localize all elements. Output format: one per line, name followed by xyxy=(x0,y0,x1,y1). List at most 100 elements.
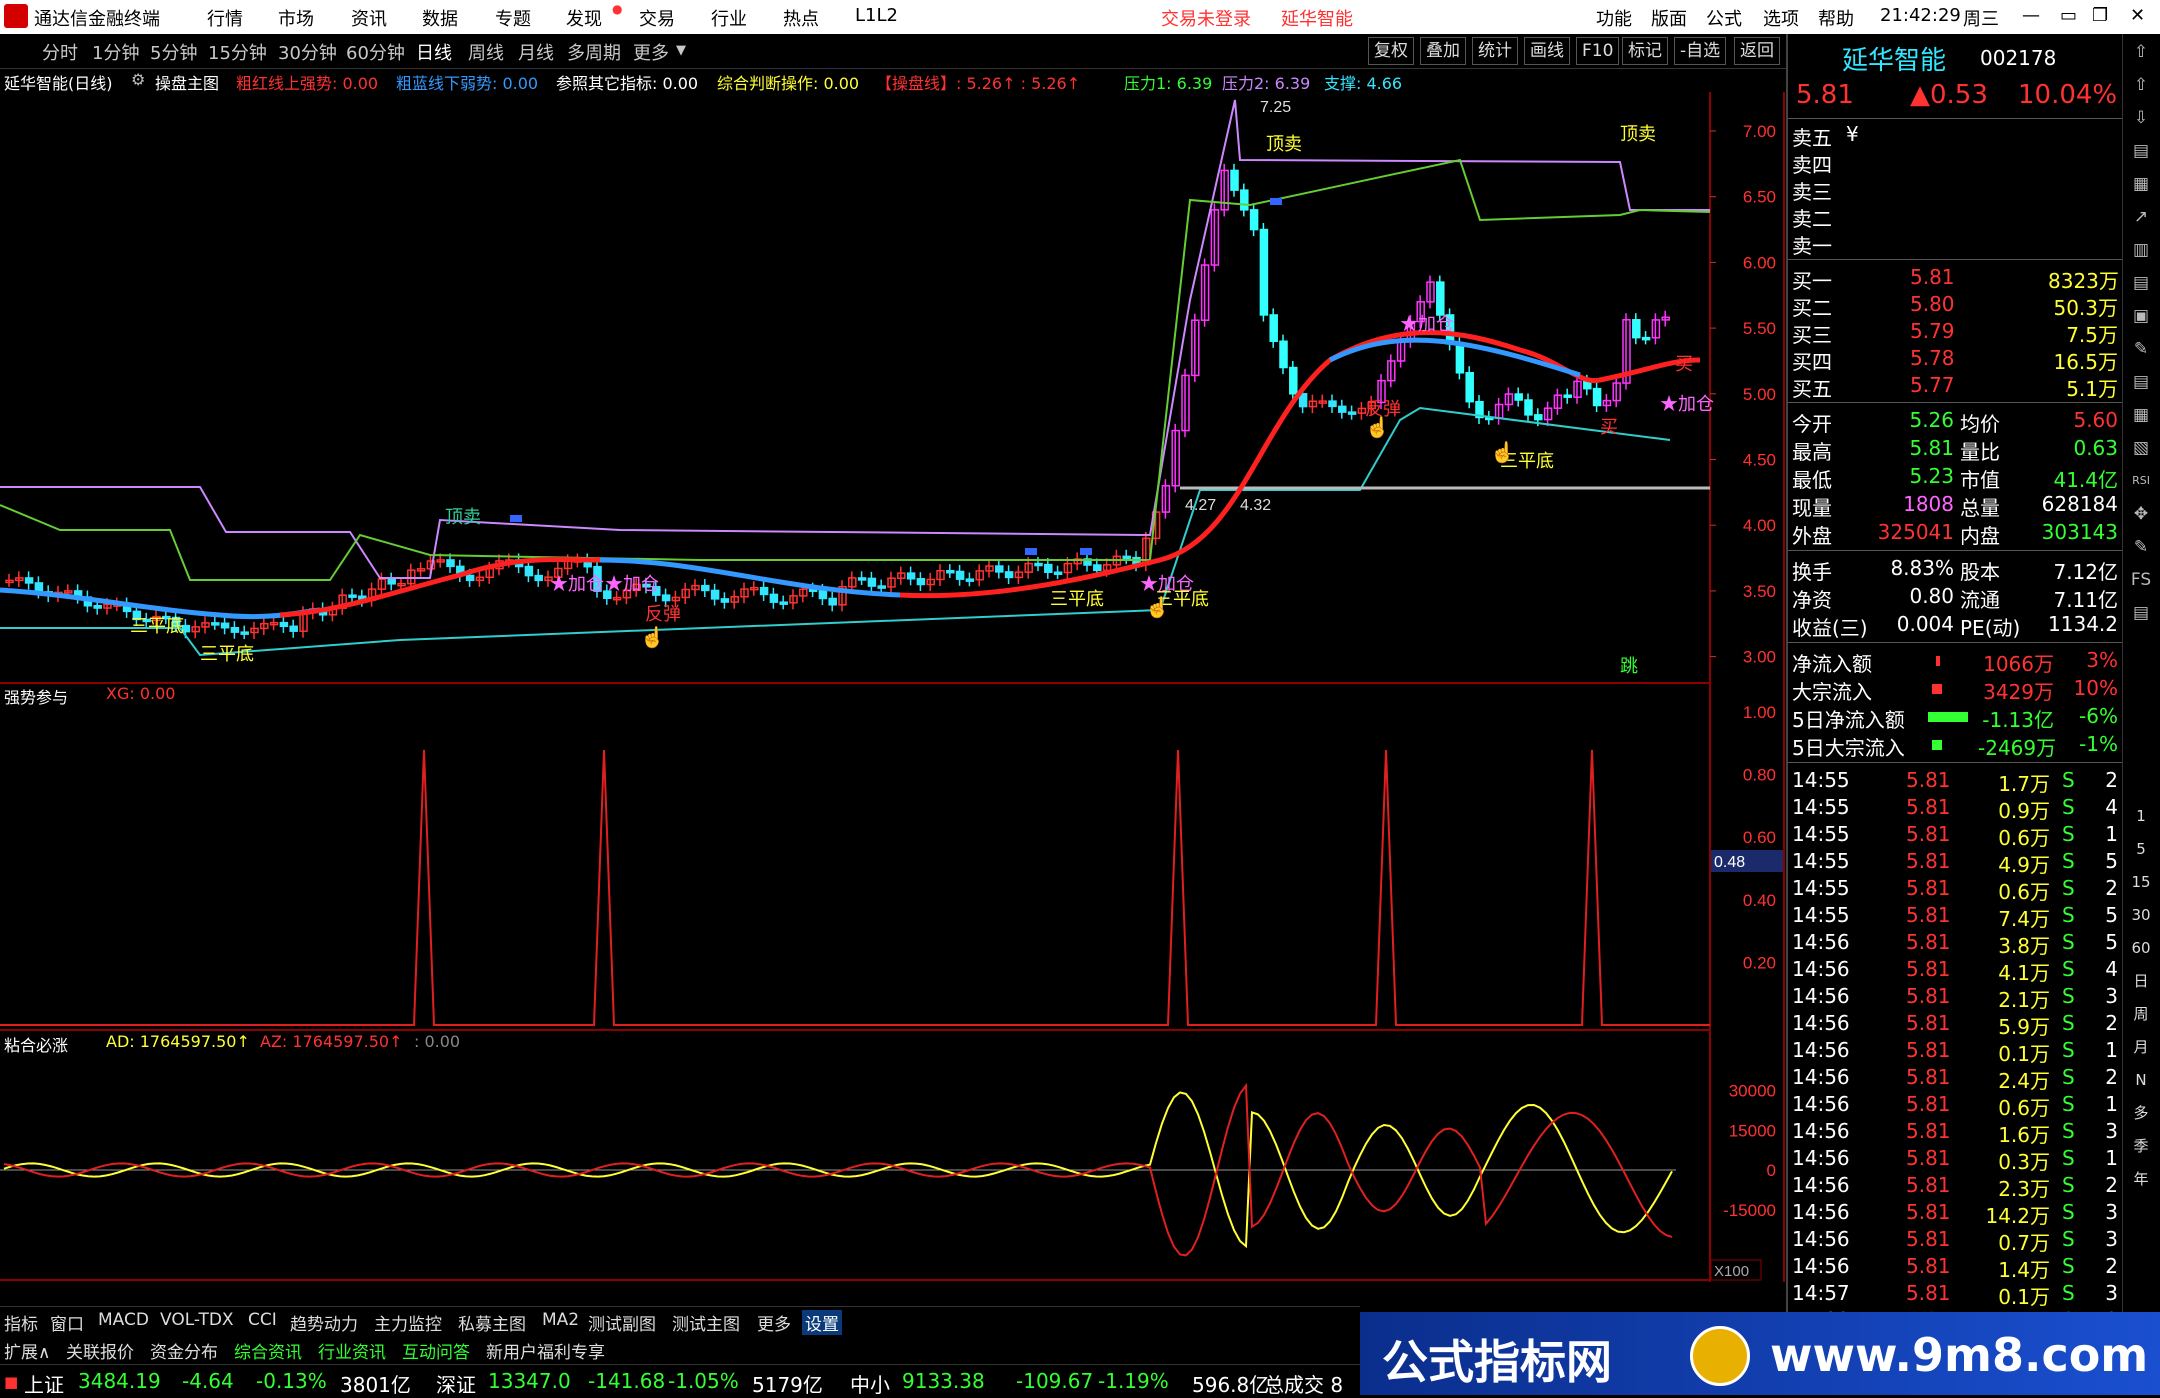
tab-extension[interactable]: 行业资讯 xyxy=(318,1338,386,1363)
menu-icon[interactable]: ▭ xyxy=(2060,5,2077,26)
menu-item[interactable]: 数据 xyxy=(422,5,458,31)
login-status[interactable]: 交易未登录 xyxy=(1161,5,1251,31)
menu-item[interactable]: 公式 xyxy=(1706,5,1742,31)
tab-extension[interactable]: 扩展∧ xyxy=(4,1338,50,1363)
tab-indicator[interactable]: 趋势动力 xyxy=(290,1310,358,1335)
menu-item[interactable]: 帮助 xyxy=(1818,5,1854,31)
tab-indicator[interactable]: 测试主图 xyxy=(672,1310,740,1335)
back-button[interactable]: 返回 xyxy=(1734,37,1780,65)
period-shortcut[interactable]: N xyxy=(2129,1068,2153,1092)
minimize-icon[interactable]: — xyxy=(2022,5,2040,26)
period-shortcut[interactable]: 年 xyxy=(2129,1167,2153,1191)
mark-button[interactable]: 标记 xyxy=(1622,37,1668,65)
tab-period[interactable]: 月线 xyxy=(518,39,554,65)
tool-icon[interactable]: ✥ xyxy=(2129,502,2153,526)
tool-icon[interactable]: ▤ xyxy=(2129,370,2153,394)
tool-icon[interactable]: ▦ xyxy=(2129,172,2153,196)
tab-settings[interactable]: 设置 xyxy=(802,1310,842,1335)
period-shortcut[interactable]: 30 xyxy=(2129,903,2153,927)
tab-period[interactable]: 多周期 xyxy=(567,39,621,65)
menu-item[interactable]: 行情 xyxy=(207,5,243,31)
tab-period-active[interactable]: 日线 xyxy=(416,39,452,65)
tool-icon[interactable]: RSI xyxy=(2129,469,2153,493)
sub2-title[interactable]: 粘合必涨 xyxy=(4,1032,68,1056)
tool-icon[interactable]: ⇧ xyxy=(2129,73,2153,97)
period-shortcut[interactable]: 周 xyxy=(2129,1002,2153,1026)
tab-period[interactable]: 分时 xyxy=(42,39,78,65)
tick-side: S xyxy=(2062,957,2075,981)
tab-period[interactable]: 更多 xyxy=(633,39,669,65)
tool-icon[interactable]: ▦ xyxy=(2129,403,2153,427)
menu-item[interactable]: 专题 xyxy=(495,5,531,31)
tool-icon[interactable]: ▥ xyxy=(2129,238,2153,262)
tab-extension[interactable]: 新用户福利专享 xyxy=(486,1338,605,1363)
tool-icon[interactable]: ⇧ xyxy=(2129,40,2153,64)
tab-period[interactable]: 5分钟 xyxy=(150,39,197,65)
tab-period[interactable]: 60分钟 xyxy=(346,39,405,65)
f10-button[interactable]: F10 xyxy=(1576,37,1620,65)
index-name[interactable]: 上证 xyxy=(24,1369,64,1398)
index-name[interactable]: 深证 xyxy=(436,1369,476,1398)
tool-icon[interactable]: ▣ xyxy=(2129,304,2153,328)
tool-icon[interactable]: ⇩ xyxy=(2129,106,2153,130)
tab-indicator[interactable]: VOL-TDX xyxy=(160,1310,234,1330)
tool-icon[interactable]: ✎ xyxy=(2129,535,2153,559)
period-shortcut[interactable]: 60 xyxy=(2129,936,2153,960)
period-shortcut[interactable]: 季 xyxy=(2129,1134,2153,1158)
tab-extension[interactable]: 关联报价 xyxy=(66,1338,134,1363)
period-shortcut[interactable]: 15 xyxy=(2129,870,2153,894)
tab-period[interactable]: 周线 xyxy=(468,39,504,65)
fuquan-button[interactable]: 复权 xyxy=(1368,37,1414,65)
tab-indicator[interactable]: MA2 xyxy=(542,1310,579,1330)
main-indicator-name[interactable]: 操盘主图 xyxy=(155,70,219,94)
tool-icon[interactable]: ↗ xyxy=(2129,205,2153,229)
tab-indicator[interactable]: 私募主图 xyxy=(458,1310,526,1335)
close-icon[interactable]: ✕ xyxy=(2130,5,2145,26)
tool-icon[interactable]: ▧ xyxy=(2129,436,2153,460)
sub1-title[interactable]: 强势参与 xyxy=(4,684,68,708)
tab-indicator[interactable]: 指标 xyxy=(4,1310,38,1335)
menu-item[interactable]: 市场 xyxy=(278,5,314,31)
tool-icon[interactable]: ✎ xyxy=(2129,337,2153,361)
index-name[interactable]: 中小 xyxy=(850,1369,890,1398)
tab-extension[interactable]: 综合资讯 xyxy=(234,1338,302,1363)
period-shortcut[interactable]: 1 xyxy=(2129,804,2153,828)
menu-item[interactable]: 热点 xyxy=(783,5,819,31)
chevron-down-icon[interactable]: ▼ xyxy=(676,43,686,58)
menu-item[interactable]: 选项 xyxy=(1763,5,1799,31)
menu-item[interactable]: 版面 xyxy=(1651,5,1687,31)
period-shortcut[interactable]: 多 xyxy=(2129,1101,2153,1125)
kline-chart[interactable]: 7.00 6.50 6.00 5.50 5.00 4.50 4.00 3.50 3.00 1.00… xyxy=(0,92,1786,1282)
tool-icon[interactable]: ▤ xyxy=(2129,601,2153,625)
menu-item[interactable]: L1L2 xyxy=(855,5,898,26)
period-shortcut[interactable]: 5 xyxy=(2129,837,2153,861)
stats-button[interactable]: 统计 xyxy=(1472,37,1518,65)
tab-indicator[interactable]: 更多 xyxy=(757,1310,791,1335)
menu-item[interactable]: 发现 xyxy=(566,5,602,31)
tab-period[interactable]: 30分钟 xyxy=(278,39,337,65)
remove-watchlist-button[interactable]: -自选 xyxy=(1674,37,1727,65)
tool-icon[interactable]: ▤ xyxy=(2129,271,2153,295)
tool-icon[interactable]: FS xyxy=(2129,568,2153,592)
menu-item[interactable]: 交易 xyxy=(639,5,675,31)
overlay-button[interactable]: 叠加 xyxy=(1420,37,1466,65)
tab-extension[interactable]: 互动问答 xyxy=(402,1338,470,1363)
draw-button[interactable]: 画线 xyxy=(1524,37,1570,65)
tab-period[interactable]: 1分钟 xyxy=(92,39,139,65)
tab-indicator[interactable]: MACD xyxy=(98,1310,149,1330)
tool-icon[interactable]: ▤ xyxy=(2129,139,2153,163)
tab-indicator[interactable]: CCI xyxy=(248,1310,277,1330)
menu-item[interactable]: 功能 xyxy=(1596,5,1632,31)
tab-indicator[interactable]: 测试副图 xyxy=(588,1310,656,1335)
period-shortcut[interactable]: 日 xyxy=(2129,969,2153,993)
menu-item[interactable]: 资讯 xyxy=(351,5,387,31)
tab-indicator[interactable]: 主力监控 xyxy=(374,1310,442,1335)
tab-period[interactable]: 15分钟 xyxy=(208,39,267,65)
stat-value: 5.23 xyxy=(1909,464,1954,488)
restore-icon[interactable]: ❐ xyxy=(2092,5,2108,26)
tab-extension[interactable]: 资金分布 xyxy=(150,1338,218,1363)
tab-indicator[interactable]: 窗口 xyxy=(50,1310,84,1335)
gear-icon[interactable]: ⚙ xyxy=(131,70,145,89)
period-shortcut[interactable]: 月 xyxy=(2129,1035,2153,1059)
menu-item[interactable]: 行业 xyxy=(711,5,747,31)
